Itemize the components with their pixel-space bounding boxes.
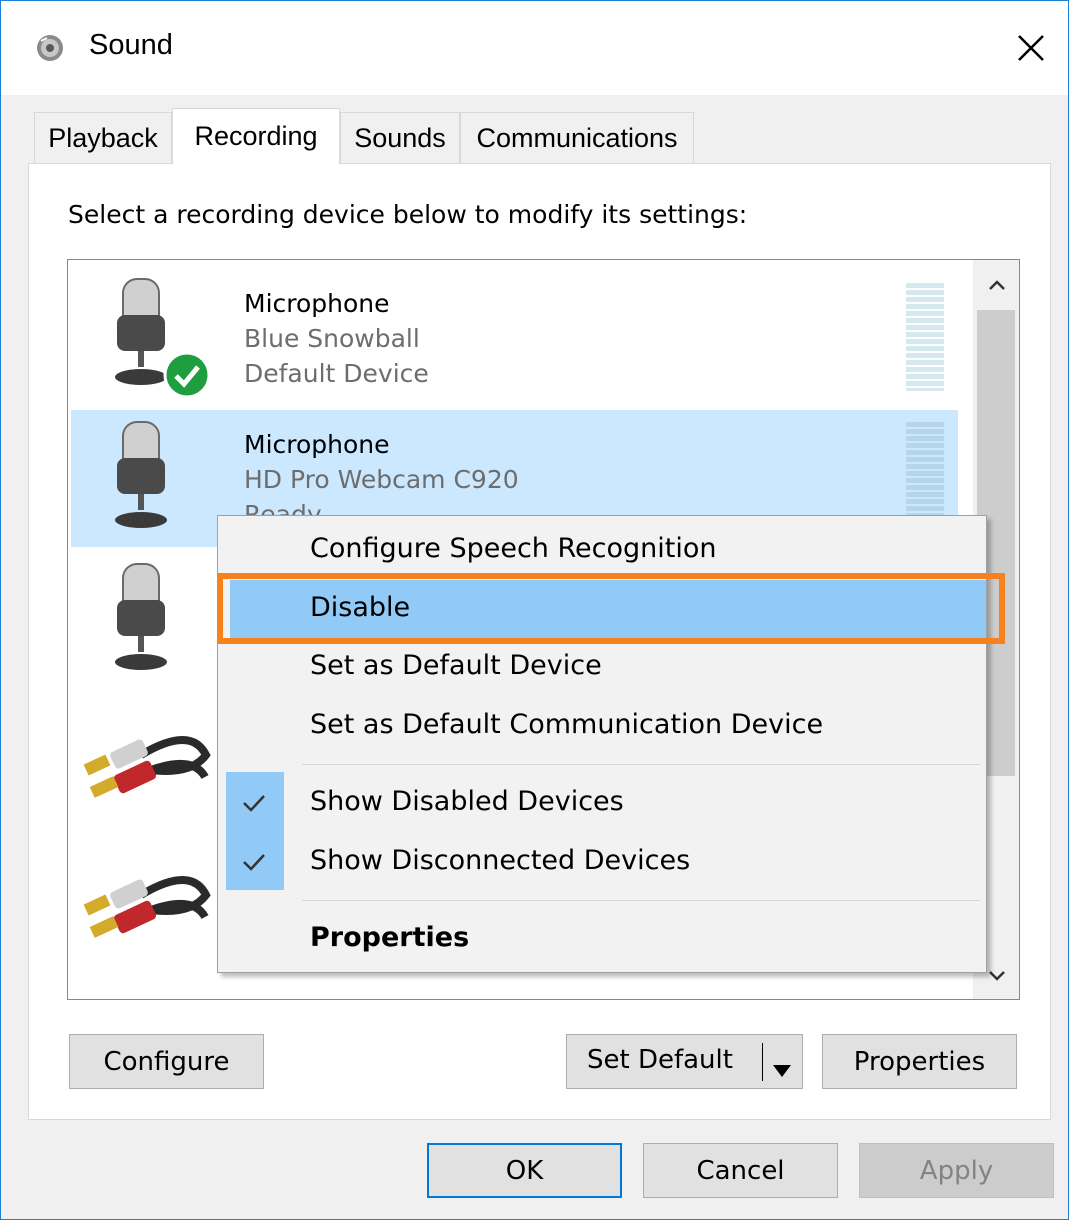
device-detail: HD Pro Webcam C920	[244, 465, 519, 494]
menu-item-label: Properties	[310, 922, 470, 953]
menu-item-show-disabled-devices[interactable]: Show Disabled Devices	[218, 774, 986, 832]
menu-item-label: Configure Speech Recognition	[310, 533, 717, 564]
apply-button[interactable]: Apply	[859, 1143, 1054, 1198]
menu-item-show-disconnected-devices[interactable]: Show Disconnected Devices	[218, 833, 986, 891]
chevron-up-icon	[988, 280, 1005, 290]
set-default-label: Set Default	[587, 1045, 733, 1075]
scroll-up-button[interactable]	[973, 260, 1019, 310]
microphone-icon	[109, 562, 173, 678]
properties-button[interactable]: Properties	[822, 1034, 1017, 1089]
menu-item-set-default-device[interactable]: Set as Default Device	[218, 638, 986, 696]
menu-item-label: Set as Default Communication Device	[310, 709, 824, 740]
level-meter	[906, 422, 944, 530]
close-button[interactable]	[1006, 23, 1056, 73]
title-bar: Sound	[1, 1, 1068, 95]
menu-item-label: Set as Default Device	[310, 650, 602, 681]
menu-item-configure-speech-recognition[interactable]: Configure Speech Recognition	[218, 521, 986, 579]
microphone-icon	[109, 420, 173, 536]
device-detail: Blue Snowball	[244, 324, 420, 353]
tab-playback[interactable]: Playback	[34, 112, 172, 164]
level-meter	[906, 283, 944, 391]
tab-sounds[interactable]: Sounds	[340, 112, 460, 164]
list-item-device-1[interactable]: Microphone Blue Snowball Default Device	[71, 263, 958, 400]
ok-button[interactable]: OK	[427, 1143, 622, 1198]
menu-separator	[302, 764, 980, 765]
device-name: Microphone	[244, 430, 390, 459]
split-divider	[762, 1043, 763, 1081]
chevron-down-icon	[988, 970, 1005, 981]
checkmark-icon	[234, 842, 274, 882]
set-default-split-button[interactable]: Set Default	[566, 1034, 803, 1089]
menu-item-properties[interactable]: Properties	[218, 910, 986, 968]
configure-button[interactable]: Configure	[69, 1034, 264, 1089]
green-check-icon	[163, 351, 211, 403]
rca-cable-icon	[81, 715, 211, 819]
annotation-highlight-box	[217, 573, 1005, 644]
menu-item-label: Show Disconnected Devices	[310, 845, 691, 876]
rca-cable-icon	[81, 855, 211, 959]
close-icon	[1018, 35, 1044, 61]
speaker-icon	[35, 33, 65, 63]
checkmark-icon	[234, 783, 274, 823]
cancel-button[interactable]: Cancel	[643, 1143, 838, 1198]
menu-item-label: Show Disabled Devices	[310, 786, 624, 817]
device-name: Microphone	[244, 289, 390, 318]
menu-item-set-default-communication-device[interactable]: Set as Default Communication Device	[218, 697, 986, 755]
window-title: Sound	[89, 29, 173, 61]
dropdown-arrow-icon[interactable]	[772, 1055, 792, 1085]
device-status: Default Device	[244, 359, 429, 388]
tab-communications[interactable]: Communications	[460, 112, 694, 164]
tab-recording[interactable]: Recording	[172, 108, 340, 164]
menu-separator	[302, 900, 980, 901]
instruction-text: Select a recording device below to modif…	[68, 200, 748, 229]
